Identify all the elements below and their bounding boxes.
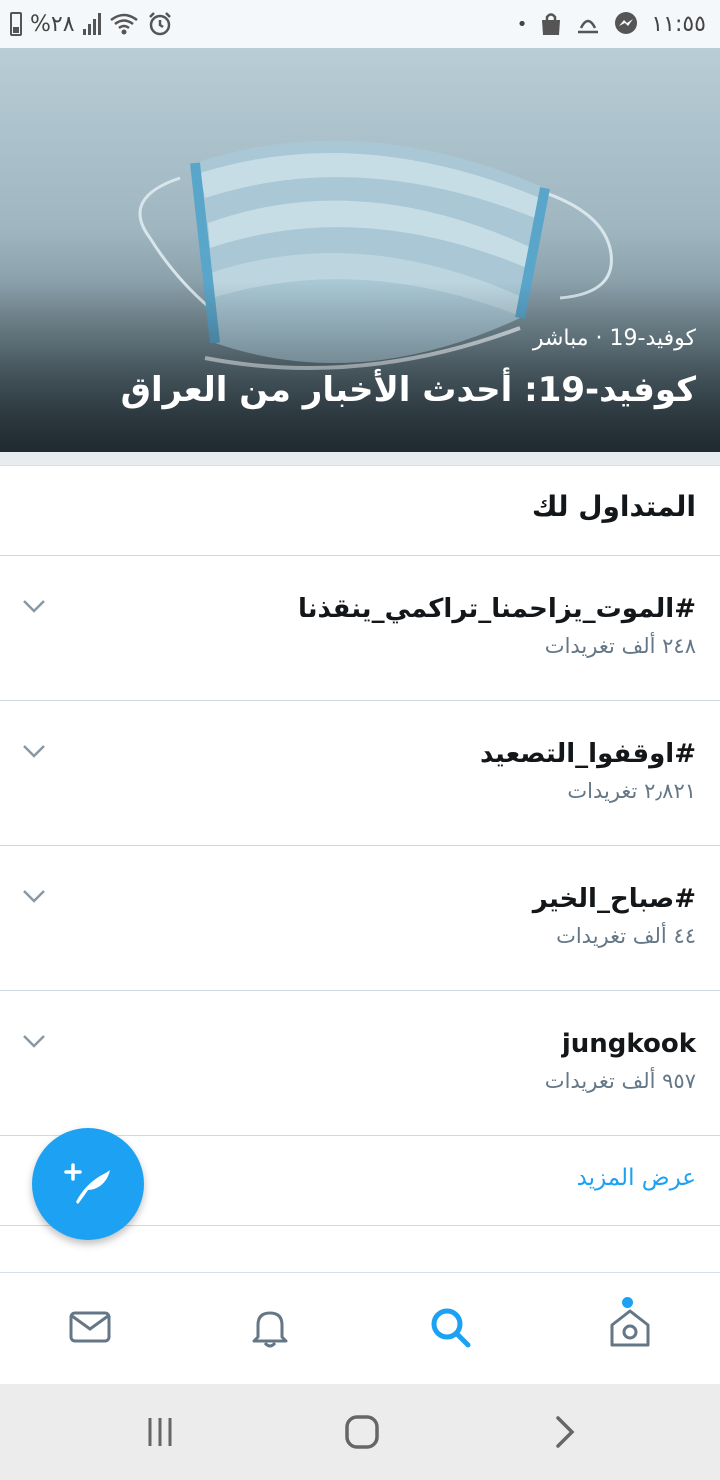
- clock: ١١:٥٥: [651, 11, 706, 37]
- chevron-down-icon[interactable]: [22, 743, 46, 759]
- trend-count: ٩٥٧ ألف تغريدات: [544, 1069, 696, 1093]
- trend-name[interactable]: #الموت_يزاحمنا_تراكمي_ينقذنا: [298, 594, 696, 624]
- chevron-down-icon[interactable]: [22, 888, 46, 904]
- upload-icon: [578, 19, 599, 34]
- chevron-down-icon[interactable]: [22, 1033, 46, 1049]
- section-separator: [0, 452, 720, 466]
- system-nav-bar: [0, 1384, 720, 1480]
- search-icon[interactable]: [426, 1303, 474, 1351]
- chevron-down-icon[interactable]: [22, 598, 46, 614]
- bottom-nav: [0, 1272, 720, 1384]
- signal-icon: [82, 13, 101, 35]
- messenger-icon: [615, 12, 638, 34]
- hero-title[interactable]: كوفيد-19: أحدث الأخبار من العراق: [121, 370, 696, 410]
- trend-count: ٤٤ ألف تغريدات: [556, 924, 696, 948]
- hero-meta: كوفيد-19 · مباشر: [532, 326, 696, 351]
- trend-count: ٢٫٨٢١ تغريدات: [567, 779, 696, 803]
- hero-shade: [0, 282, 720, 452]
- trends-title: المتداول لك: [531, 490, 696, 523]
- status-right: • ١١:٥٥: [517, 8, 706, 40]
- trend-name[interactable]: jungkook: [562, 1029, 696, 1059]
- notification-dot: •: [516, 13, 528, 35]
- trend-item[interactable]: #اوقفوا_التصعيد ٢٫٨٢١ تغريدات: [0, 701, 720, 846]
- wifi-icon: [109, 13, 138, 35]
- home-notification-dot: [622, 1297, 633, 1308]
- home-button-icon[interactable]: [342, 1412, 382, 1452]
- alarm-icon: [148, 12, 171, 36]
- hero-banner[interactable]: كوفيد-19 · مباشر كوفيد-19: أحدث الأخبار …: [0, 48, 720, 452]
- trend-item[interactable]: #صباح_الخير ٤٤ ألف تغريدات: [0, 846, 720, 991]
- trend-item[interactable]: jungkook ٩٥٧ ألف تغريدات: [0, 991, 720, 1136]
- compose-tweet-icon: [64, 1163, 110, 1204]
- show-more-link[interactable]: عرض المزيد: [577, 1165, 696, 1191]
- recents-icon[interactable]: [140, 1412, 180, 1452]
- trend-item[interactable]: #الموت_يزاحمنا_تراكمي_ينقذنا ٢٤٨ ألف تغر…: [0, 556, 720, 701]
- status-left: %٢٨: [10, 8, 173, 40]
- trend-name[interactable]: #صباح_الخير: [533, 884, 696, 914]
- notifications-icon[interactable]: [246, 1303, 294, 1351]
- compose-button[interactable]: [32, 1128, 144, 1240]
- battery-icon: [10, 12, 22, 36]
- status-bar: %٢٨ • ١١:٥٥: [0, 0, 720, 48]
- messages-icon[interactable]: [66, 1303, 114, 1351]
- trend-count: ٢٤٨ ألف تغريدات: [544, 634, 696, 658]
- battery-percent: %٢٨: [30, 11, 75, 37]
- back-icon[interactable]: [544, 1412, 584, 1452]
- shopping-bag-icon: [542, 13, 561, 35]
- trend-name[interactable]: #اوقفوا_التصعيد: [480, 739, 696, 769]
- home-icon[interactable]: [606, 1303, 654, 1351]
